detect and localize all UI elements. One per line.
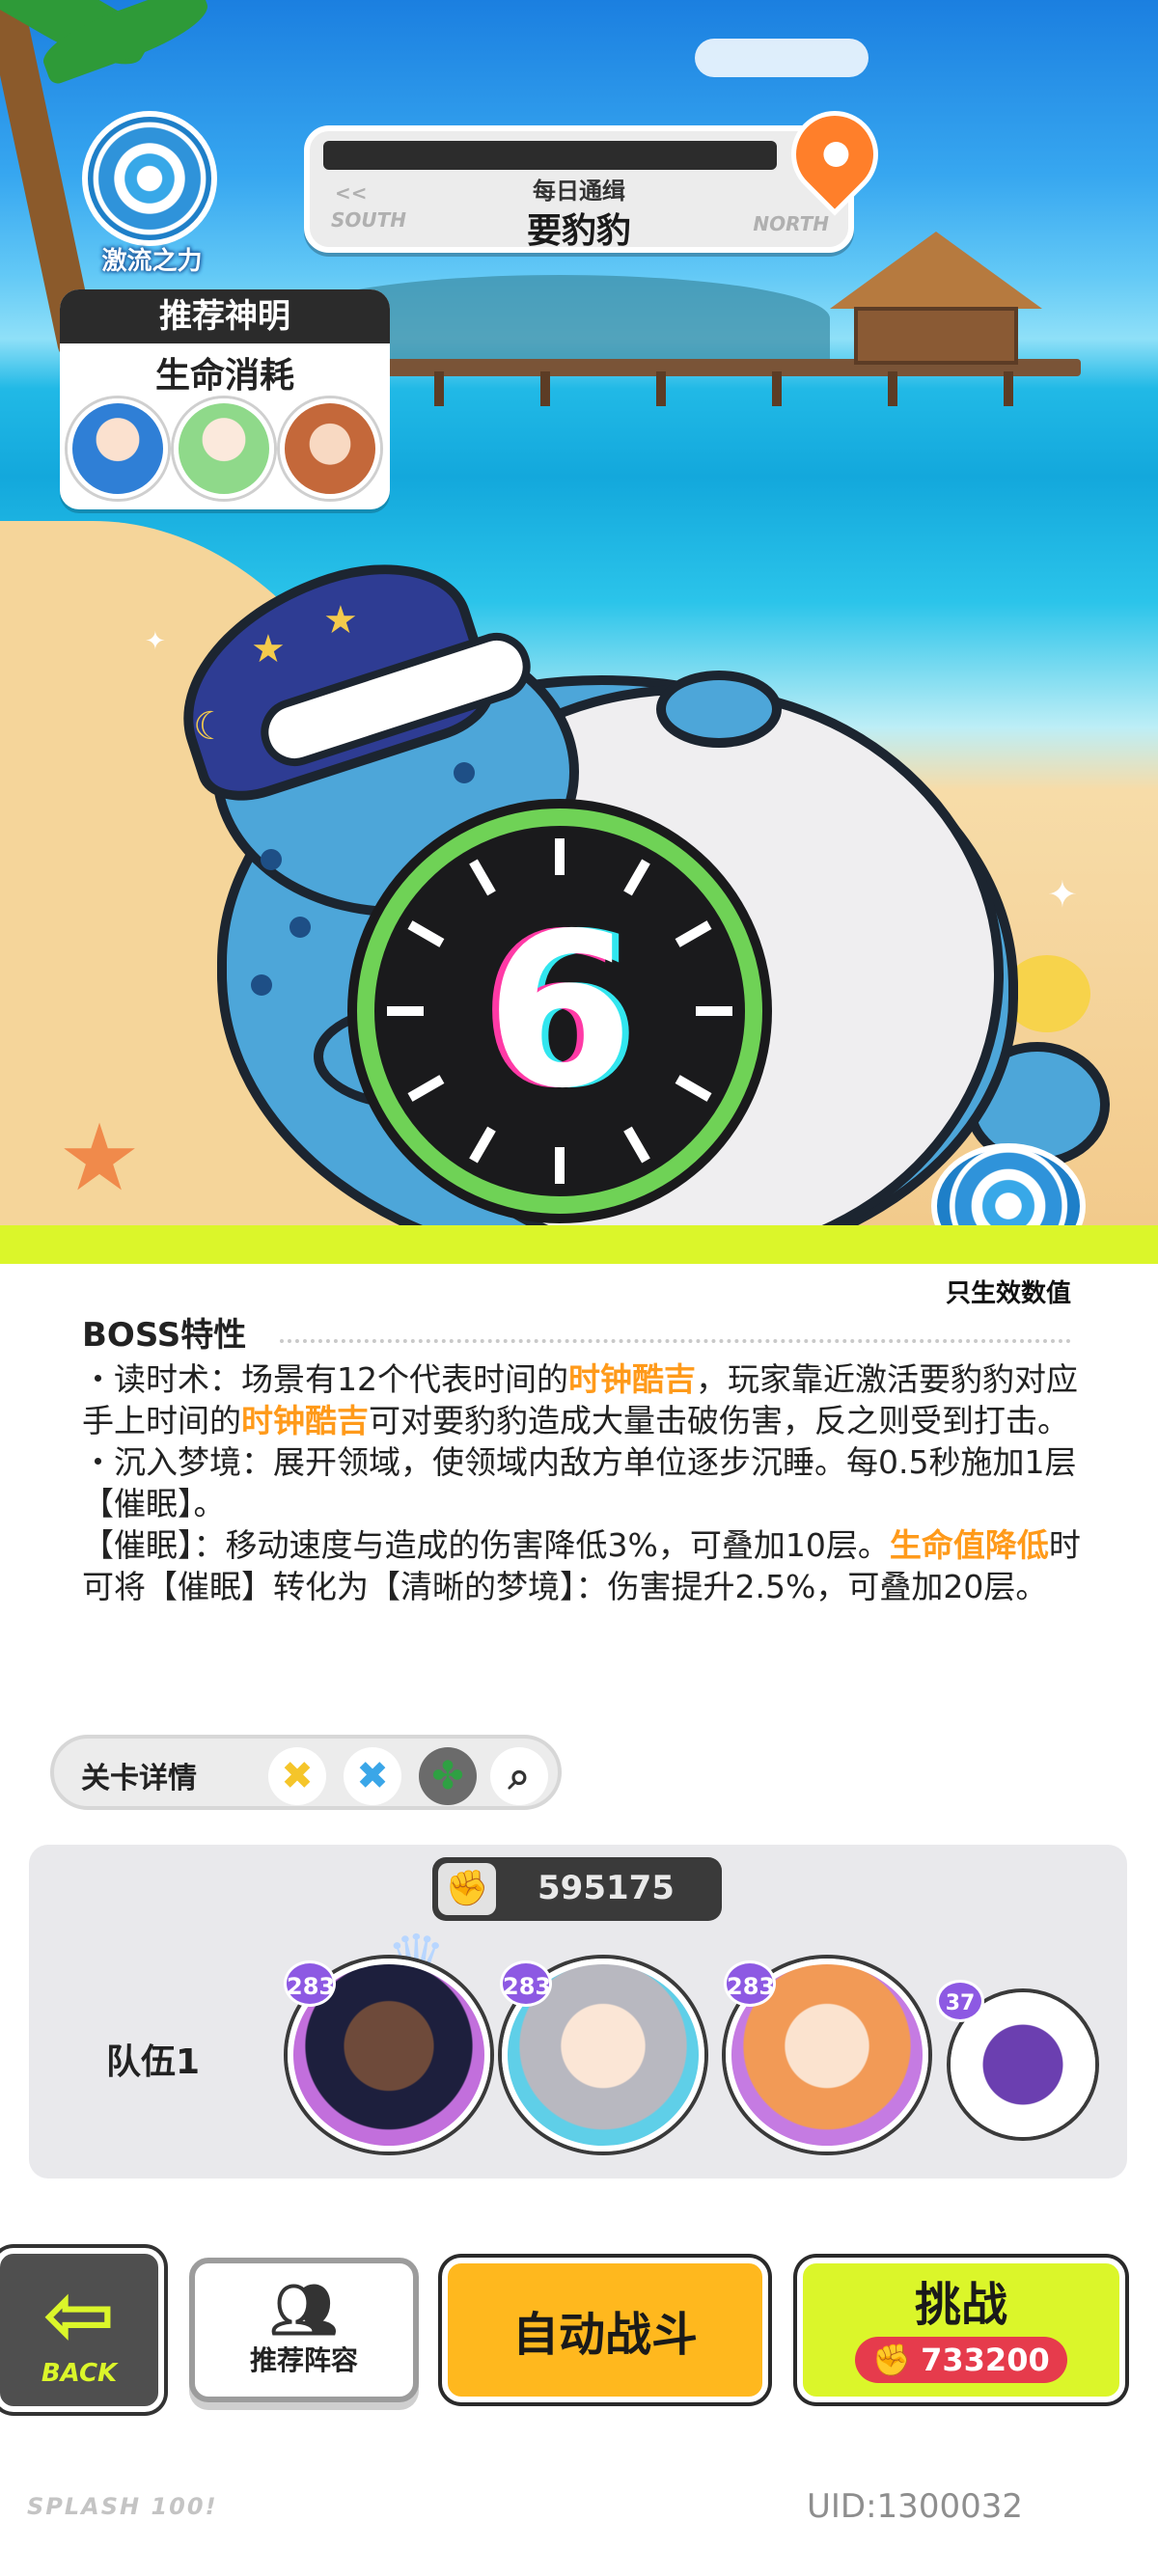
yellow-x-icon[interactable]: ✖ [268,1747,326,1805]
clock-number: 6 [485,888,634,1135]
trait-paragraph: ・读时术：场景有12个代表时间的时钟酷吉，玩家靠近激活要豹豹对应手上时间的时钟酷… [82,1360,1078,1439]
challenge-cost-value: 733200 [921,2342,1050,2378]
fist-icon: ✊ [872,2342,912,2378]
fist-icon: ✊ [438,1863,496,1915]
trait-paragraph: ・沉入梦境：展开领域，使领域内敌方单位逐步沉睡。每0.5秒施加1层【催眠】。 [82,1443,1077,1522]
green-clover-icon[interactable]: ✤ [419,1747,477,1805]
recommend-lineup-button[interactable]: 👥︎ 推荐阵容 [189,2258,419,2402]
user-id: UID:1300032 [807,2487,1023,2526]
recommended-god-panel: 推荐神明 生命消耗 [60,289,390,509]
stage-details-pill[interactable]: 关卡详情 ✖ ✖ ✤ ⌕ [50,1735,562,1810]
boss-traits-text: ・读时术：场景有12个代表时间的时钟酷吉，玩家靠近激活要豹豹对应手上时间的时钟酷… [82,1358,1105,1607]
challenge-button[interactable]: 挑战 ✊ 733200 [797,2258,1125,2402]
direction-north: NORTH [753,212,829,235]
boss-scene: ★ ✦ ✦ ★ ★ ☾ 6 激流之力 << SOUTH 每日通缉 要豹豹 NOR… [0,0,1158,1254]
avatar[interactable] [280,398,380,499]
level-badge: 283 [284,1960,336,2007]
game-logo: SPLASH 100! [27,2493,218,2520]
team-power: ✊ 595175 [432,1857,722,1921]
level-badge: 37 [936,1980,984,2022]
back-arrow-icon: ⇦ [42,2264,116,2366]
boss-clock: 6 [357,808,762,1214]
water-swirl-icon [82,111,217,246]
challenge-label: 挑战 [914,2278,1007,2332]
level-badge: 283 [500,1960,552,2007]
magnifier-icon[interactable]: ⌕ [490,1747,548,1805]
element-badge[interactable]: 激流之力 [68,111,236,280]
challenge-cost: ✊ 733200 [855,2337,1067,2383]
recommended-god-type: 生命消耗 [154,356,294,396]
divider [280,1339,1071,1343]
boss-traits-title: BOSS特性 [82,1316,247,1355]
avatar[interactable] [174,398,274,499]
element-name: 激流之力 [101,247,203,276]
level-badge: 283 [724,1960,776,2007]
avatar[interactable] [68,398,168,499]
back-button[interactable]: ⇦ BACK [0,2248,164,2412]
element-note: 只生效数值 [946,1279,1072,1308]
stage-subtitle: 每日通缉 [533,178,625,205]
stage-details-label: 关卡详情 [81,1762,197,1795]
team-label: 队伍1 [106,2042,201,2082]
blue-x-icon[interactable]: ✖ [344,1747,401,1805]
group-icon: 👥︎ [269,2279,339,2342]
recommended-god-header: 推荐神明 [60,289,390,343]
back-label: BACK [41,2359,118,2388]
team-power-value: 595175 [538,1869,675,1907]
stage-title-panel: << SOUTH 每日通缉 要豹豹 NORTH [304,125,854,253]
auto-battle-label: 自动战斗 [511,2308,698,2362]
trait-paragraph: 【催眠】：移动速度与造成的伤害降低3%，可叠加10层。生命值降低时可将【催眠】转… [82,1526,1081,1605]
starfish-icon: ★ [58,1104,142,1212]
auto-battle-button[interactable]: 自动战斗 [442,2258,768,2402]
recommend-lineup-label: 推荐阵容 [249,2344,358,2376]
